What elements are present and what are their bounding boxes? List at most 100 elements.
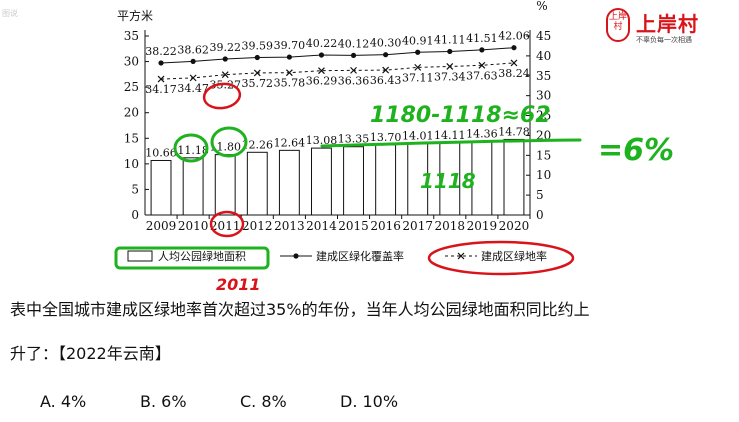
- option-b[interactable]: B. 6%: [140, 392, 187, 411]
- bar: [343, 146, 364, 216]
- right-axis-tick-label: 35: [536, 69, 551, 83]
- option-c[interactable]: C. 8%: [240, 392, 287, 411]
- coverage-data-label: 40.91: [402, 34, 434, 47]
- coverage-point: [350, 52, 357, 59]
- coverage-data-label: 40.30: [370, 37, 402, 50]
- x-axis-tick-label: 2012: [242, 219, 273, 233]
- right-axis-tick-label: 45: [536, 29, 551, 43]
- green-calc-note: 1180-1118≈62: [370, 103, 551, 128]
- green-rate-point: [510, 59, 518, 67]
- coverage-point: [415, 49, 421, 55]
- brand-name: 上岸村: [636, 12, 699, 36]
- bar: [375, 144, 397, 216]
- right-axis-tick-label: 40: [536, 49, 551, 63]
- coverage-point: [383, 52, 389, 58]
- coverage-point: [190, 58, 196, 64]
- option-a[interactable]: A. 4%: [40, 392, 86, 411]
- coverage-point: [511, 45, 517, 51]
- green-rate-data-label: 38.24: [498, 67, 530, 80]
- coverage-data-label: 41.51: [466, 32, 498, 45]
- left-axis-tick-label: 10: [124, 157, 139, 171]
- x-axis-tick-label: 2018: [435, 219, 466, 233]
- green-rate-point: [446, 63, 454, 70]
- question-line-2: 升了：【2022年云南】: [10, 344, 171, 363]
- green-rate-data-label: 34.17: [145, 83, 177, 96]
- green-rate-data-label: 37.11: [402, 71, 434, 84]
- bar: [214, 154, 236, 216]
- legend-bar-label: 人均公园绿地面积: [158, 249, 246, 263]
- brand-seal-icon: 上岸村: [606, 8, 630, 42]
- bar-data-label: 14.11: [434, 129, 466, 142]
- x-axis-tick-label: 2019: [467, 219, 498, 233]
- coverage-data-label: 42.06: [498, 30, 530, 43]
- green-rate-data-label: 36.43: [370, 74, 402, 87]
- right-axis-tick-label: 5: [536, 188, 544, 202]
- coverage-point: [254, 54, 260, 61]
- coverage-point: [479, 47, 485, 53]
- x-axis-tick-label: 2016: [370, 219, 401, 233]
- left-axis-tick-label: 20: [124, 106, 139, 120]
- green-rate-data-label: 35.78: [274, 77, 306, 90]
- green-rate-data-label: 37.63: [466, 69, 498, 82]
- green-rate-data-label: 36.29: [306, 75, 338, 88]
- coverage-data-label: 41.11: [434, 33, 466, 46]
- bar: [503, 138, 525, 216]
- legend: 人均公园绿地面积 建成区绿化覆盖率 建成区绿地率: [127, 249, 547, 263]
- coverage-point: [318, 52, 325, 58]
- coverage-data-label: 38.62: [177, 43, 209, 56]
- x-axis-tick-label: 2020: [499, 219, 530, 233]
- brand-slogan: 不辜负每一次相遇: [636, 36, 692, 44]
- x-axis-tick-label: 2010: [178, 219, 209, 233]
- bar: [311, 147, 332, 216]
- left-axis-tick-label: 30: [124, 55, 139, 69]
- bar: [278, 149, 300, 216]
- green-result-note: =6%: [598, 133, 674, 168]
- x-axis-tick-label: 2014: [306, 219, 337, 233]
- bar-data-label: 13.70: [370, 131, 402, 144]
- bar-data-label: 10.66: [145, 146, 177, 159]
- left-axis-tick-label: 25: [124, 80, 139, 94]
- x-axis-tick-label: 2013: [274, 219, 305, 233]
- line-series: 38.22 38.62 39.22 39.59 39.70 40.22 40.12 40.30…: [145, 30, 529, 96]
- coverage-data-label: 40.22: [306, 37, 338, 50]
- coverage-data-label: 40.12: [338, 37, 370, 50]
- right-axis-tick-label: 30: [536, 89, 551, 103]
- legend-coverage-label: 建成区绿化覆盖率: [316, 249, 404, 263]
- coverage-point: [447, 48, 453, 55]
- legend-bar-swatch: [127, 250, 153, 262]
- green-rate-data-label: 35.72: [242, 77, 274, 90]
- right-axis-unit: %: [536, 0, 547, 13]
- coverage-point: [158, 60, 164, 66]
- right-axis-tick-label: 10: [536, 168, 551, 182]
- question-line-1: 表中全国城市建成区绿地率首次超过35%的年份，当年人均公园绿地面积同比约上: [10, 300, 590, 319]
- coverage-point: [286, 54, 292, 60]
- bar-data-label: 12.64: [274, 136, 306, 149]
- green-rate-data-label: 37.34: [434, 70, 466, 83]
- brand-logo: 上岸村 上岸村 不辜负每一次相遇: [606, 8, 732, 48]
- left-axis-tick-label: 35: [124, 29, 139, 43]
- option-d[interactable]: D. 10%: [340, 392, 398, 411]
- bar-data-label: 14.01: [402, 129, 434, 142]
- x-axis-tick-label: 2015: [338, 219, 369, 233]
- legend-coverage-marker: [293, 253, 299, 259]
- red-year-note: 2011: [216, 275, 261, 294]
- corner-mark: 图说: [2, 9, 18, 18]
- left-axis-tick-label: 5: [131, 182, 139, 196]
- bar: [150, 159, 172, 216]
- left-axis-unit: 平方米: [117, 8, 153, 23]
- coverage-point: [222, 56, 228, 62]
- bar-data-label: 14.36: [466, 128, 498, 141]
- bar: [182, 157, 204, 216]
- right-axis-tick-label: 0: [536, 208, 544, 222]
- right-axis-tick-label: 15: [536, 148, 551, 162]
- green-base-note: 1118: [420, 169, 476, 193]
- coverage-data-label: 39.59: [242, 40, 274, 53]
- coverage-data-label: 39.70: [274, 39, 306, 52]
- coverage-data-label: 38.22: [145, 45, 177, 58]
- left-axis-tick-label: 15: [124, 131, 139, 145]
- green-rate-data-label: 36.36: [338, 74, 370, 87]
- coverage-data-label: 39.22: [209, 41, 241, 54]
- left-axis-tick-label: 0: [131, 208, 139, 222]
- x-axis-tick-label: 2009: [146, 219, 177, 233]
- bar: [246, 151, 268, 216]
